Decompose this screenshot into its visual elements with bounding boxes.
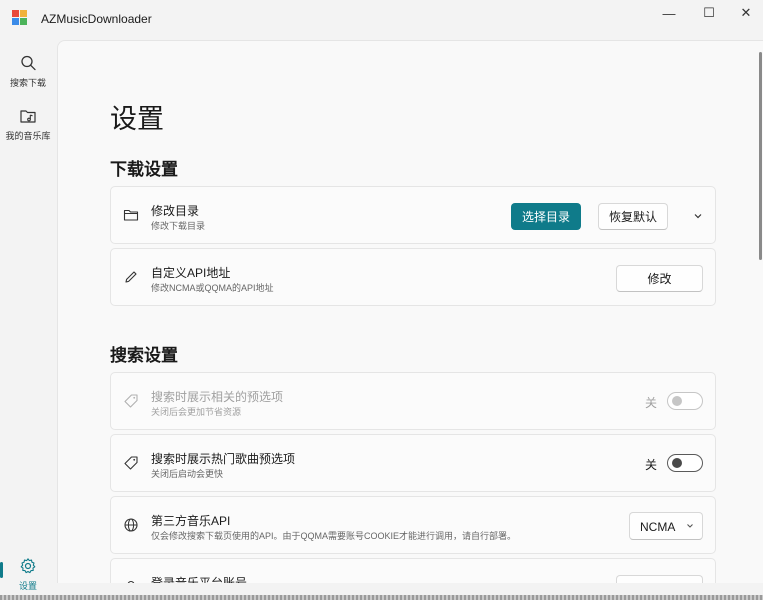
search-icon <box>21 55 36 71</box>
nav-item-settings[interactable]: 设置 <box>0 557 56 592</box>
choose-folder-button[interactable]: 选择目录 <box>511 203 581 230</box>
hot-songs-toggle[interactable] <box>667 454 703 472</box>
setting-subtitle: 关闭后会更加节省资源 <box>151 407 242 417</box>
title-bar: AZMusicDownloader — ☐ ✕ <box>0 0 763 40</box>
folder-icon <box>123 209 139 221</box>
setting-subtitle: 关闭后启动会更快 <box>151 469 224 479</box>
user-icon <box>127 580 135 583</box>
pencil-icon <box>125 271 137 283</box>
setting-subtitle: 仅会修改搜索下载页使用的API。由于QQMA需要账号COOKIE才能进行调用，请… <box>151 531 517 541</box>
setting-title: 登录音乐平台账号 <box>151 576 248 583</box>
setting-title: 修改目录 <box>151 204 200 218</box>
bottom-edge <box>0 595 763 600</box>
nav-item-label: 设置 <box>18 581 37 591</box>
scrollbar-thumb[interactable] <box>759 52 762 260</box>
section-title-search: 搜索设置 <box>110 346 178 365</box>
setting-title: 搜索时展示相关的预选项 <box>151 390 284 404</box>
toggle-state-label: 关 <box>645 396 658 410</box>
setting-subtitle: 修改下载目录 <box>151 221 206 231</box>
chevron-down-icon[interactable] <box>691 209 705 223</box>
page-title: 设置 <box>110 104 164 134</box>
setting-card-hot-songs: 搜索时展示热门歌曲预选项 关闭后启动会更快 关 <box>110 434 716 492</box>
nav-item-search-download[interactable]: 搜索下载 <box>0 54 56 89</box>
setting-title: 第三方音乐API <box>151 514 231 528</box>
setting-card-login: 登录音乐平台账号 <box>110 558 716 583</box>
nav-rail: 搜索下载 我的音乐库 设置 <box>0 40 56 600</box>
modify-api-button[interactable]: 修改 <box>616 265 703 292</box>
nav-item-label: 搜索下载 <box>9 78 46 88</box>
maximize-button[interactable]: ☐ <box>690 0 728 26</box>
api-source-select[interactable]: NCMA <box>629 512 703 540</box>
section-title-download: 下载设置 <box>110 160 178 179</box>
setting-card-download-folder: 修改目录 修改下载目录 选择目录 恢复默认 <box>110 186 716 244</box>
setting-title: 自定义API地址 <box>151 266 231 280</box>
login-button[interactable] <box>616 575 703 583</box>
music-folder-icon <box>20 110 36 123</box>
minimize-button[interactable]: — <box>650 0 688 26</box>
setting-card-custom-api: 自定义API地址 修改NCMA或QQMA的API地址 修改 <box>110 248 716 306</box>
toggle-knob <box>672 458 682 468</box>
select-value: NCMA <box>640 520 676 534</box>
setting-subtitle: 修改NCMA或QQMA的API地址 <box>151 283 274 293</box>
toggle-state-label: 关 <box>645 458 658 472</box>
nav-item-music-library[interactable]: 我的音乐库 <box>0 107 56 142</box>
close-button[interactable]: ✕ <box>727 0 763 26</box>
setting-title: 搜索时展示热门歌曲预选项 <box>151 452 296 466</box>
setting-card-music-api: 第三方音乐API 仅会修改搜索下载页使用的API。由于QQMA需要账号COOKI… <box>110 496 716 554</box>
chevron-down-icon <box>687 524 693 528</box>
reset-default-button[interactable]: 恢复默认 <box>598 203 668 230</box>
toggle-knob <box>672 396 682 406</box>
related-suggestions-toggle[interactable] <box>667 392 703 410</box>
app-logo-icon <box>12 10 27 25</box>
app-title: AZMusicDownloader <box>41 12 152 26</box>
setting-card-related-suggestions: 搜索时展示相关的预选项 关闭后会更加节省资源 关 <box>110 372 716 430</box>
globe-icon <box>124 518 138 532</box>
tag-icon <box>124 394 138 408</box>
tag-icon <box>124 456 138 470</box>
settings-page: 设置 下载设置 修改目录 修改下载目录 选择目录 恢复默认 自定义API地址 修… <box>57 40 763 583</box>
gear-icon <box>20 558 36 574</box>
nav-item-label: 我的音乐库 <box>5 131 51 141</box>
